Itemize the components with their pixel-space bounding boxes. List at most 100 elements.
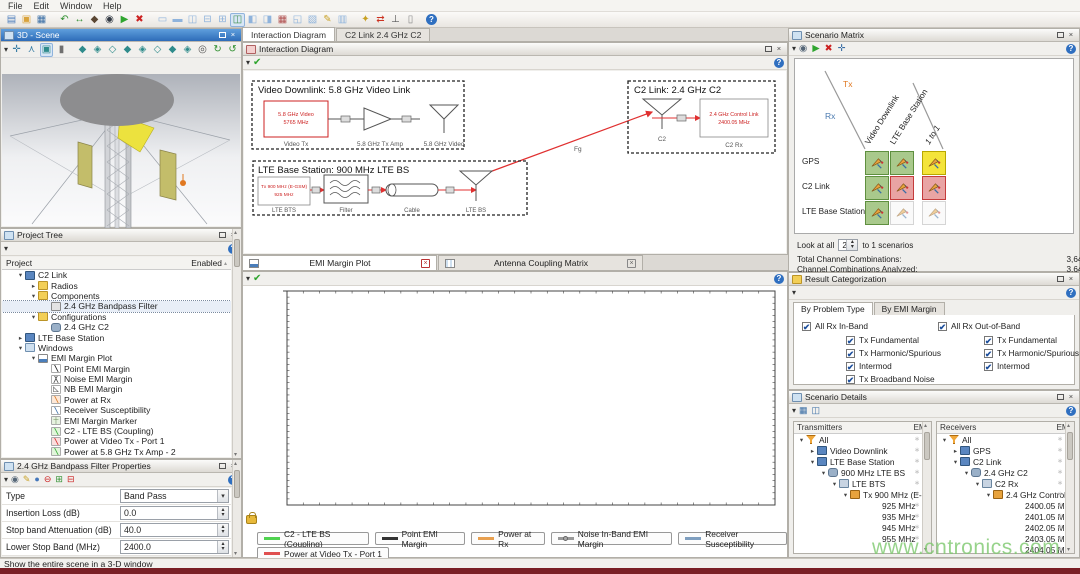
float-icon[interactable]: [1057, 276, 1064, 282]
tree-item[interactable]: 2.4 GHz C2: [2, 322, 231, 332]
checkbox-item[interactable]: ✔ Intermod: [984, 361, 1079, 371]
expand-caret-icon[interactable]: ▾: [29, 292, 38, 300]
tree-item[interactable]: ▾ C2 Link: [2, 270, 231, 280]
checkbox-all-rx-in-band[interactable]: ✔ All Rx In-Band: [802, 321, 868, 331]
expand-caret-icon[interactable]: ▾: [16, 271, 25, 279]
checkbox-item[interactable]: ✔ Tx Fundamental: [984, 335, 1079, 345]
toolbar-icon[interactable]: ◫: [185, 13, 200, 27]
tree-item[interactable]: ╲ Receiver Susceptibility: [2, 405, 231, 415]
menu-item[interactable]: Help: [98, 1, 127, 11]
tree-item[interactable]: ┼ EMI Margin Marker: [2, 415, 231, 425]
help-icon[interactable]: ?: [774, 58, 784, 68]
checkbox-item[interactable]: ✔ Tx Harmonic/Spurious: [846, 348, 941, 358]
view-icon[interactable]: ◈: [91, 43, 104, 57]
legend-item[interactable]: Receiver Susceptibility: [678, 532, 787, 545]
tab-c2-link[interactable]: C2 Link 2.4 GHz C2: [336, 28, 430, 41]
toolbar-icon[interactable]: ▭: [155, 13, 170, 27]
properties-tool-icon[interactable]: ✎: [23, 474, 31, 485]
checkbox-all-rx-out-of-band[interactable]: ✔ All Rx Out-of-Band: [938, 321, 1020, 331]
tree-item[interactable]: ╲ Point EMI Margin: [2, 364, 231, 374]
legend-item[interactable]: C2 - LTE BS (Coupling): [257, 532, 369, 545]
toolbar-icon[interactable]: ▦: [34, 13, 49, 27]
toolbar-icon[interactable]: ✖: [132, 13, 147, 27]
toolbar-icon[interactable]: ✎: [320, 13, 335, 27]
emi-margin-chart[interactable]: [243, 285, 787, 531]
expand-caret-icon[interactable]: ▸: [29, 282, 38, 290]
panel-menu-icon[interactable]: ▾: [792, 406, 796, 415]
properties-tool-icon[interactable]: ⊟: [67, 474, 75, 485]
column-project[interactable]: Project: [6, 258, 32, 268]
help-icon[interactable]: ?: [1066, 406, 1076, 416]
close-tab-icon[interactable]: ×: [627, 259, 636, 268]
checkbox-item[interactable]: ✔ Tx Broadband Noise: [846, 374, 941, 384]
tree-item[interactable]: ▸ GPS: [937, 445, 1074, 456]
toolbar-icon[interactable]: ⊞: [215, 13, 230, 27]
matrix-cell[interactable]: [865, 201, 889, 225]
view-icon[interactable]: ◇: [151, 43, 164, 57]
tree-item[interactable]: 925 MHz: [794, 500, 931, 511]
matrix-cell[interactable]: [890, 176, 914, 200]
field-adornment-icon[interactable]: [217, 507, 228, 519]
property-value-field[interactable]: 40.0: [120, 523, 229, 537]
toolbar-icon[interactable]: ↶: [57, 13, 72, 27]
property-value-field[interactable]: 2400.0: [120, 540, 229, 554]
properties-tool-icon[interactable]: ◉: [11, 474, 19, 485]
interaction-diagram-titlebar[interactable]: Interaction Diagram ×: [243, 43, 787, 56]
panel-menu-icon[interactable]: ▾: [792, 44, 796, 53]
tree-item[interactable]: ▾ All: [937, 434, 1074, 445]
view-icon[interactable]: ◇: [106, 43, 119, 57]
transmitters-header[interactable]: TransmittersEMI: [794, 422, 931, 434]
expand-caret-icon[interactable]: ▾: [808, 458, 817, 466]
toolbar-icon[interactable]: ▤: [4, 13, 19, 27]
details-tool-icon[interactable]: ▦: [799, 405, 808, 416]
tree-item[interactable]: ▸ Radios: [2, 280, 231, 290]
checkbox-item[interactable]: ✔ Intermod: [846, 361, 941, 371]
properties-tool-icon[interactable]: ⊖: [44, 474, 52, 485]
validate-check-icon[interactable]: ✔: [253, 57, 261, 68]
matrix-cell[interactable]: [922, 176, 946, 200]
tab-by-emi-margin[interactable]: By EMI Margin: [874, 302, 945, 315]
expand-caret-icon[interactable]: ▾: [830, 480, 839, 488]
toolbar-icon[interactable]: ↔: [72, 13, 87, 27]
receivers-header[interactable]: ReceiversEMI: [937, 422, 1074, 434]
scenario-count-stepper[interactable]: 2: [838, 239, 858, 251]
toolbar-icon[interactable]: ✦: [358, 13, 373, 27]
matrix-tool-icon[interactable]: ▶: [812, 43, 819, 54]
toolbar-icon[interactable]: ▥: [335, 13, 350, 27]
menu-item[interactable]: File: [3, 1, 28, 11]
checkbox-item[interactable]: ✔ Tx Harmonic/Spurious: [984, 348, 1079, 358]
tree-item[interactable]: ▾ All: [794, 434, 931, 445]
tree-item[interactable]: ▾ Components: [2, 291, 231, 301]
tree-item[interactable]: 2401.05 MHz: [937, 511, 1074, 522]
expand-caret-icon[interactable]: ▾: [29, 313, 38, 321]
tree-item[interactable]: ▸ Video Downlink: [794, 445, 931, 456]
float-icon[interactable]: [219, 32, 226, 38]
tree-item[interactable]: ▾ Configurations: [2, 312, 231, 322]
expand-caret-icon[interactable]: ▸: [951, 447, 960, 455]
field-adornment-icon[interactable]: [217, 541, 228, 553]
float-icon[interactable]: [1057, 32, 1064, 38]
toolbar-icon[interactable]: ▯: [403, 13, 418, 27]
toolbar-icon[interactable]: ⇄: [373, 13, 388, 27]
expand-caret-icon[interactable]: ▾: [819, 469, 828, 477]
menu-item[interactable]: Edit: [29, 1, 55, 11]
tree-item[interactable]: ▾ LTE BTS: [794, 478, 931, 489]
toolbar-icon[interactable]: ◆: [87, 13, 102, 27]
tree-item[interactable]: 2.4 GHz Bandpass Filter: [2, 301, 231, 311]
close-tab-icon[interactable]: ×: [421, 259, 430, 268]
float-icon[interactable]: [765, 46, 772, 52]
view-icon[interactable]: ◈: [136, 43, 149, 57]
matrix-cell[interactable]: [890, 201, 914, 225]
project-tree-titlebar[interactable]: Project Tree ×: [1, 229, 241, 242]
view-icon[interactable]: ↻: [211, 43, 224, 57]
matrix-cell[interactable]: [890, 151, 914, 175]
validate-check-icon[interactable]: ✔: [253, 273, 261, 284]
scrollbar[interactable]: [232, 229, 241, 458]
tree-item[interactable]: 2402.05 MHz: [937, 522, 1074, 533]
tree-item[interactable]: ▾ C2 Rx: [937, 478, 1074, 489]
lock-icon[interactable]: [246, 515, 257, 524]
toolbar-icon[interactable]: ▧: [305, 13, 320, 27]
toolbar-icon[interactable]: ▶: [117, 13, 132, 27]
panel-menu-icon[interactable]: ▾: [4, 244, 8, 253]
tree-item[interactable]: ▾ 2.4 GHz C2: [937, 467, 1074, 478]
